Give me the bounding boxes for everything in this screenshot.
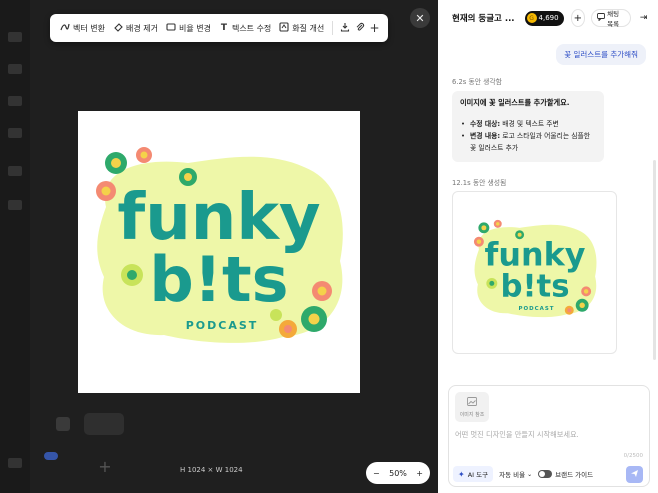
dimmed-trash-icon: [56, 417, 70, 431]
dimmed-sidebar-item: [8, 96, 22, 106]
thumb-logo-tagline: PODCAST: [518, 306, 554, 312]
wave-icon: [60, 22, 70, 35]
reply-item: 변경 내용: 로고 스타일과 어울리는 심플한 꽃 일러스트 추가: [460, 130, 596, 154]
dimmed-sidebar-item: [8, 64, 22, 74]
logo-word-bits: b!ts: [149, 243, 288, 316]
funky-bits-logo: funky b!ts PODCAST: [96, 147, 343, 343]
dimmed-sidebar: [0, 0, 30, 493]
paperclip-icon: [355, 22, 365, 35]
edit-text-label: 텍스트 수정: [231, 23, 272, 33]
prompt-composer: 이미지 참조 어떤 멋진 디자인을 만들지 시작해보세요. 0/2500 ✦ A…: [448, 385, 650, 487]
thumb-logo-word-bits: b!ts: [500, 268, 569, 304]
add-button[interactable]: +: [367, 17, 382, 39]
zoom-in-button[interactable]: +: [416, 469, 423, 478]
sparkle-icon: ✦: [458, 469, 465, 479]
generation-duration: 12.1s 동안 생성됨: [452, 179, 507, 187]
zoom-control: − 50% +: [366, 462, 430, 484]
plus-icon: +: [369, 21, 380, 35]
dimmed-page-control: [84, 413, 124, 435]
chat-bubble-icon: [597, 13, 606, 23]
ai-tools-button[interactable]: ✦ AI 도구: [453, 466, 494, 482]
chevron-down-icon: ⌄: [527, 470, 533, 478]
toolbar-divider: [332, 21, 334, 35]
download-button[interactable]: [337, 17, 352, 39]
dimmed-sidebar-item: [8, 200, 22, 210]
dimmed-sidebar-item: [8, 166, 22, 176]
composer-tools: ✦ AI 도구 자동 비율 ⌄ 브랜드 가이드: [453, 466, 593, 482]
enhance-icon: [279, 21, 289, 35]
dimmed-sidebar-item: [8, 128, 22, 138]
dimmed-sidebar-item: [8, 458, 22, 468]
image-toolbar: 벡터 변환 배경 제거 비율 변경 T 텍스트 수정 화질 개선 +: [50, 14, 388, 42]
eraser-icon: [113, 22, 123, 35]
generated-image-thumbnail[interactable]: funky b!ts PODCAST: [452, 191, 617, 354]
download-icon: [340, 22, 350, 35]
chat-scrollbar[interactable]: [653, 160, 656, 360]
send-button[interactable]: [626, 466, 643, 483]
vectorize-button[interactable]: 벡터 변환: [56, 17, 109, 39]
remove-bg-label: 배경 제거: [125, 23, 158, 33]
generated-image-preview[interactable]: funky b!ts PODCAST: [78, 111, 360, 393]
collapse-panel-button[interactable]: ⇥: [637, 9, 650, 27]
chat-list-label: 채팅 목록: [607, 10, 620, 28]
remove-bg-button[interactable]: 배경 제거: [109, 17, 162, 39]
brand-guide-label: 브랜드 가이드: [555, 471, 594, 479]
close-button[interactable]: ✕: [410, 8, 430, 28]
thinking-duration[interactable]: 6.2s 동안 생각함: [452, 76, 502, 86]
collapse-right-icon: ⇥: [639, 13, 648, 23]
image-reference-button[interactable]: 이미지 참조: [455, 392, 489, 422]
vectorize-label: 벡터 변환: [73, 23, 105, 33]
brand-guide-toggle[interactable]: 브랜드 가이드: [538, 469, 593, 479]
plus-icon: +: [573, 12, 583, 24]
reply-title: 이미지에 꽃 일러스트를 추가할게요.: [460, 98, 570, 107]
close-icon: ✕: [415, 11, 425, 25]
edit-text-button[interactable]: T 텍스트 수정: [215, 17, 275, 39]
ai-tools-label: AI 도구: [467, 471, 489, 479]
ratio-dropdown[interactable]: 자동 비율 ⌄: [499, 469, 533, 480]
image-icon: [467, 396, 477, 409]
improve-quality-button[interactable]: 화질 개선: [275, 17, 328, 39]
ratio-icon: [166, 22, 176, 35]
assistant-reply: 이미지에 꽃 일러스트를 추가할게요. 수정 대상: 배경 및 텍스트 주변 변…: [452, 91, 604, 162]
logo-tagline: PODCAST: [186, 319, 259, 332]
dimmed-indicator: [44, 452, 58, 460]
new-chat-button[interactable]: +: [570, 9, 586, 27]
character-counter: 0/2500: [623, 453, 643, 459]
dimmed-sidebar-item: [8, 32, 22, 42]
prompt-input[interactable]: 어떤 멋진 디자인을 만들지 시작해보세요.: [455, 430, 640, 440]
credits-value: 4,690: [538, 14, 559, 22]
improve-quality-label: 화질 개선: [292, 23, 325, 33]
image-reference-label: 이미지 참조: [459, 411, 485, 418]
toggle-switch[interactable]: [538, 470, 553, 478]
image-dimensions: H 1024 × W 1024: [180, 466, 243, 474]
funky-bits-logo-thumbnail: funky b!ts PODCAST: [473, 219, 597, 318]
dimmed-add-page-icon: +: [98, 457, 112, 476]
coin-icon: G: [526, 13, 537, 23]
text-icon: T: [220, 23, 228, 33]
change-ratio-button[interactable]: 비율 변경: [162, 17, 215, 39]
zoom-level: 50%: [389, 468, 407, 478]
chat-list-button[interactable]: 채팅 목록: [591, 9, 632, 28]
reply-item: 수정 대상: 배경 및 텍스트 주변: [460, 118, 596, 130]
credits-badge[interactable]: G 4,690: [524, 10, 564, 26]
zoom-out-button[interactable]: −: [373, 469, 380, 478]
attach-button[interactable]: [352, 17, 367, 39]
chat-header: 현재의 둥글고 ... G 4,690 + 채팅 목록 ⇥: [438, 0, 658, 36]
ratio-label: 자동 비율: [499, 471, 526, 479]
change-ratio-label: 비율 변경: [178, 23, 211, 33]
user-message: 꽃 일러스트를 추가해줘: [556, 44, 646, 65]
send-icon: [630, 469, 639, 480]
chat-title[interactable]: 현재의 둥글고 ...: [452, 12, 515, 24]
reply-list: 수정 대상: 배경 및 텍스트 주변 변경 내용: 로고 스타일과 어울리는 심…: [460, 118, 596, 154]
